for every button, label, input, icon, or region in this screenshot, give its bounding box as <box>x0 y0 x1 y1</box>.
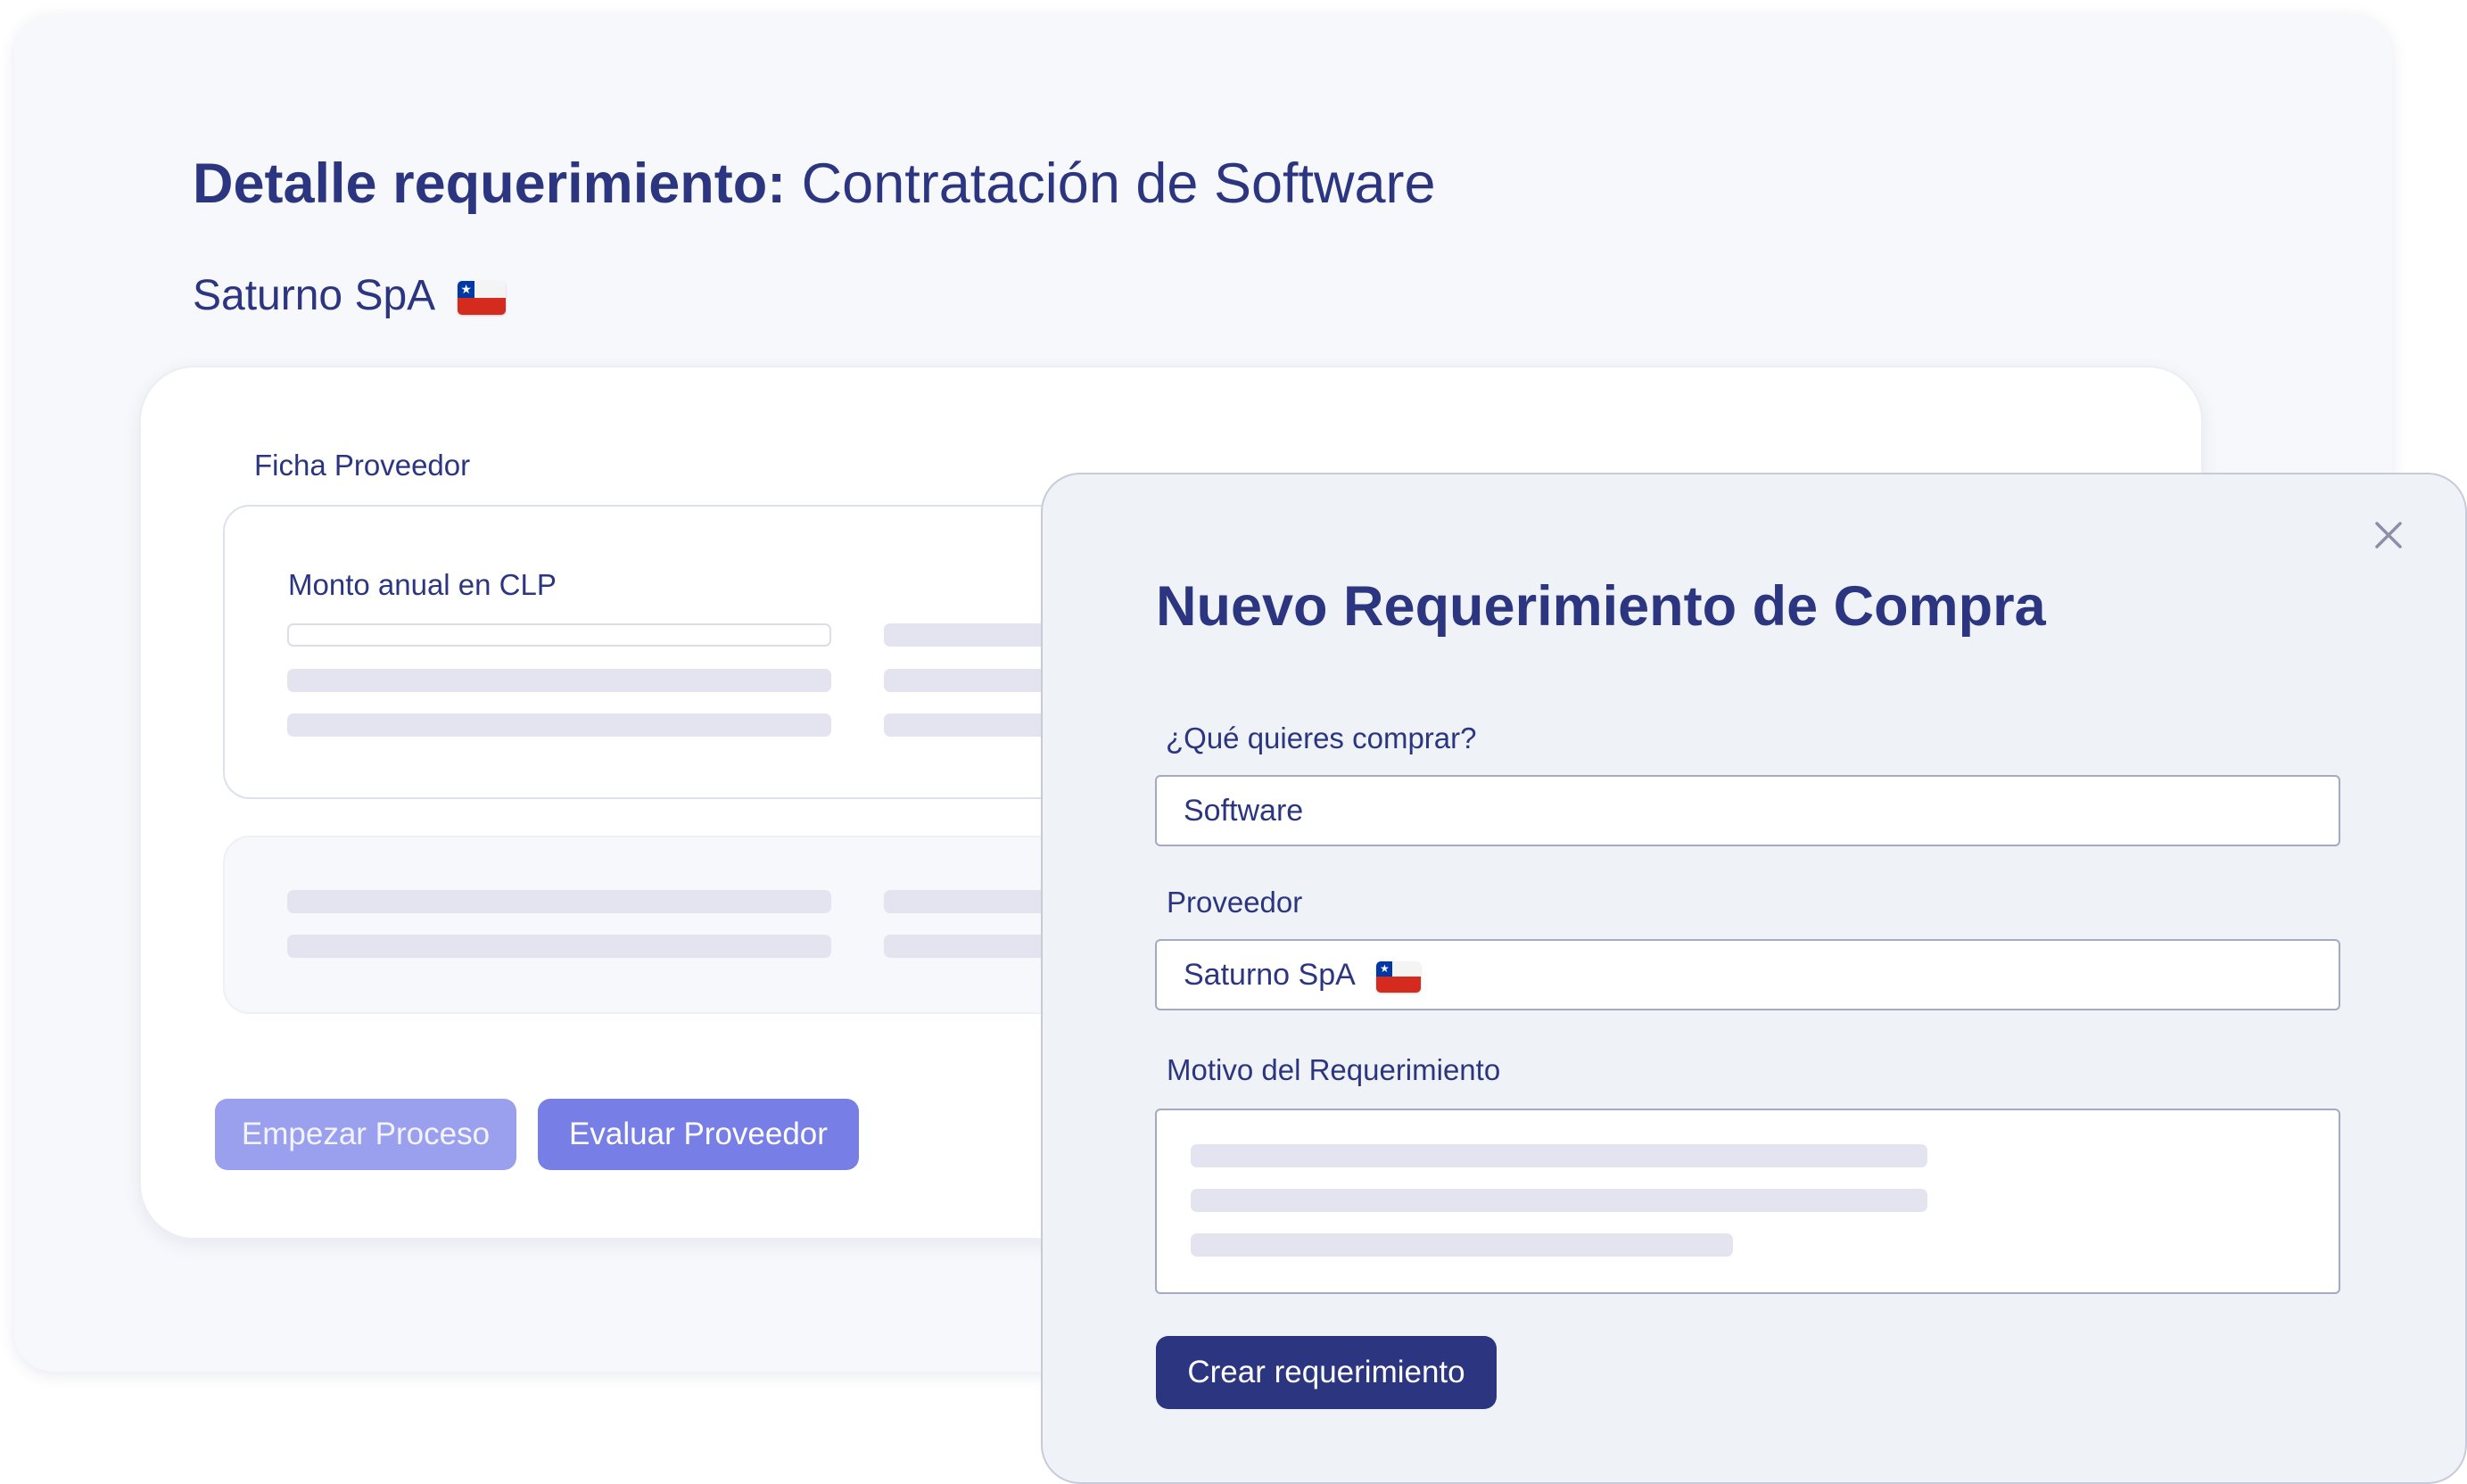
reason-label: Motivo del Requerimiento <box>1167 1053 1501 1086</box>
supplier-value-text: Saturno SpA <box>1184 958 1354 992</box>
what-to-buy-value: Software <box>1184 794 1304 828</box>
page-title-requirement: Contratación de Software <box>801 153 1436 215</box>
skeleton-line <box>287 623 831 647</box>
close-icon[interactable] <box>2367 514 2410 556</box>
skeleton-line <box>884 713 1062 737</box>
amount-label: Monto anual en CLP <box>288 568 557 601</box>
skeleton-line <box>287 935 831 958</box>
skeleton-line <box>884 935 1062 958</box>
supplier-label: Proveedor <box>1167 886 1303 919</box>
skeleton-line <box>287 890 831 913</box>
skeleton-line <box>884 890 1062 913</box>
chile-flag-icon: ★ <box>457 281 506 316</box>
page-title-prefix: Detalle requerimiento: <box>193 153 802 215</box>
skeleton-line <box>287 669 831 692</box>
what-to-buy-label: ¿Qué quieres comprar? <box>1166 721 1477 754</box>
company-heading: Saturno SpA ★ <box>193 268 506 325</box>
start-process-button[interactable]: Empezar Proceso <box>215 1099 516 1170</box>
app-root: Detalle requerimiento: Contratación de S… <box>0 0 2467 1484</box>
company-name: Saturno SpA <box>193 272 433 319</box>
evaluate-supplier-button[interactable]: Evaluar Proveedor <box>538 1099 859 1170</box>
page-title: Detalle requerimiento: Contratación de S… <box>193 148 1436 219</box>
skeleton-line <box>884 669 1062 692</box>
supplier-select[interactable]: Saturno SpA ★ <box>1155 939 2340 1010</box>
create-request-button[interactable]: Crear requerimiento <box>1156 1336 1497 1409</box>
what-to-buy-input[interactable]: Software <box>1155 775 2340 846</box>
skeleton-line <box>1191 1233 1733 1257</box>
chile-flag-icon: ★ <box>1376 960 1422 993</box>
skeleton-line <box>1191 1189 1927 1212</box>
skeleton-line <box>1191 1144 1927 1167</box>
skeleton-line <box>884 623 1062 647</box>
skeleton-line <box>287 713 831 737</box>
modal-title: Nuevo Requerimiento de Compra <box>1156 575 2046 638</box>
supplier-section-label: Ficha Proveedor <box>254 449 471 482</box>
supplier-value: Saturno SpA ★ <box>1184 941 1422 1009</box>
